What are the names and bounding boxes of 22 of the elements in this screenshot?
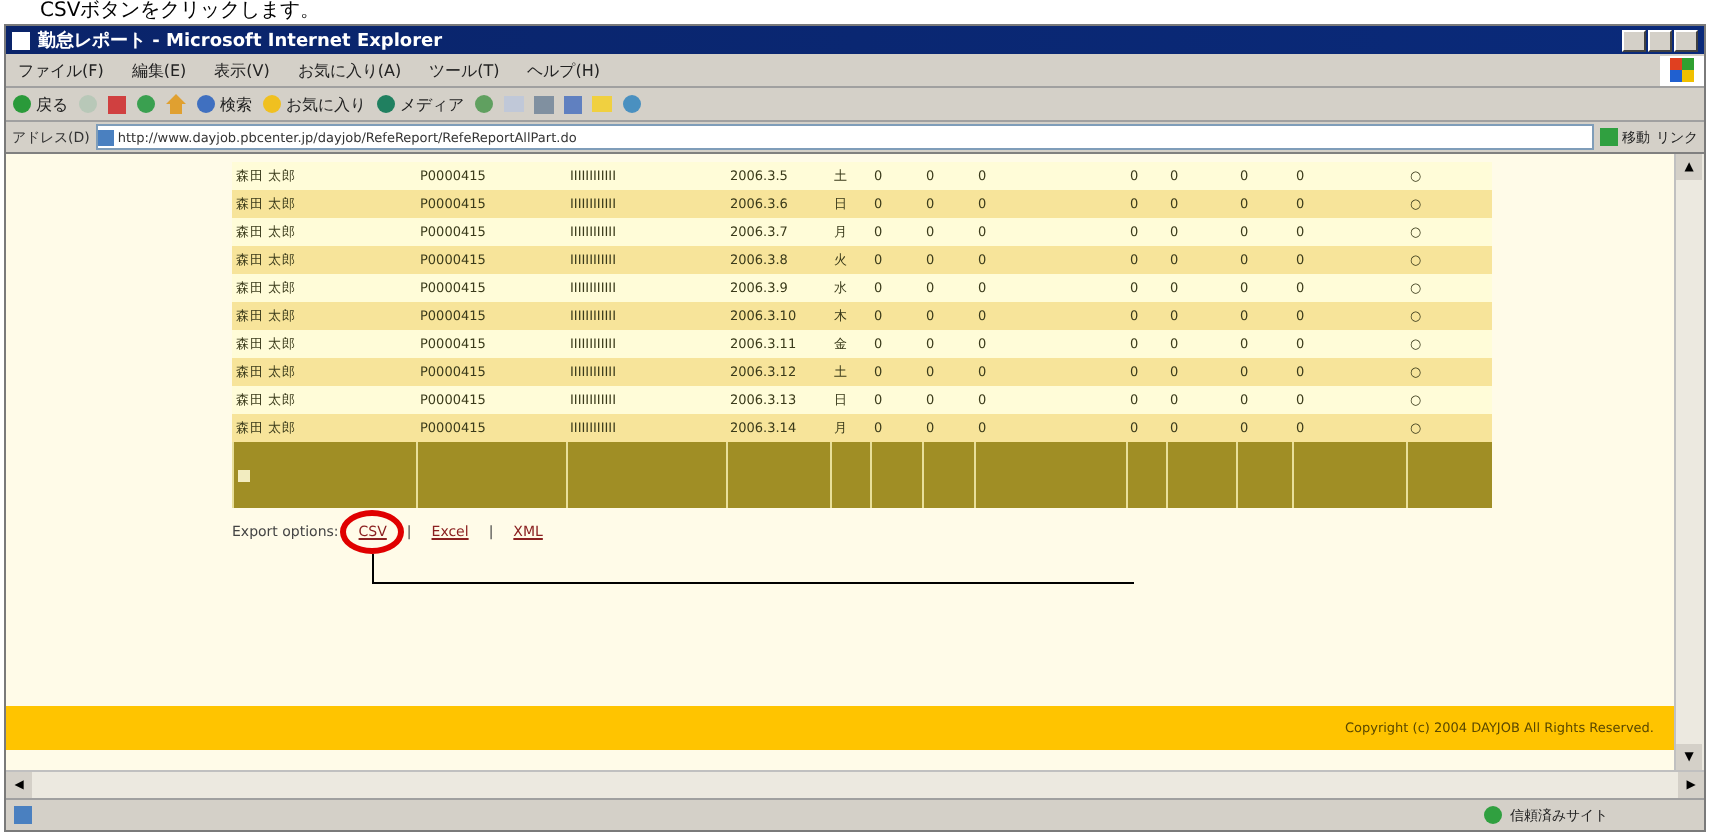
- toolbar-button[interactable]: 戻る: [12, 93, 68, 115]
- menu-item[interactable]: 表示(V): [214, 59, 270, 81]
- toolbar-button[interactable]: メディア: [376, 93, 464, 115]
- home-icon: [166, 94, 186, 114]
- menu-item[interactable]: お気に入り(A): [297, 59, 402, 81]
- toolbar-button[interactable]: お気に入り: [262, 93, 366, 115]
- windows-logo: [1660, 55, 1704, 85]
- caption: CSVボタンをクリックします。: [38, 0, 321, 24]
- page-icon: [14, 806, 32, 824]
- menu-item[interactable]: 編集(E): [131, 59, 187, 81]
- checkbox[interactable]: [238, 469, 250, 481]
- toolbar-button[interactable]: 検索: [196, 93, 252, 115]
- menu-item[interactable]: ファイル(F): [18, 59, 104, 81]
- menu-item[interactable]: ツール(T): [429, 59, 500, 81]
- page-icon: [97, 129, 114, 145]
- close-button[interactable]: [1674, 29, 1698, 51]
- menu-item[interactable]: ヘルプ(H): [527, 59, 600, 81]
- minimize-button[interactable]: [1622, 29, 1646, 51]
- maximize-button[interactable]: [1648, 29, 1672, 51]
- browser-icon: [12, 31, 30, 49]
- window-title: 勤怠レポート - Microsoft Internet Explorer: [38, 28, 443, 53]
- highlight-ellipse: [340, 510, 405, 554]
